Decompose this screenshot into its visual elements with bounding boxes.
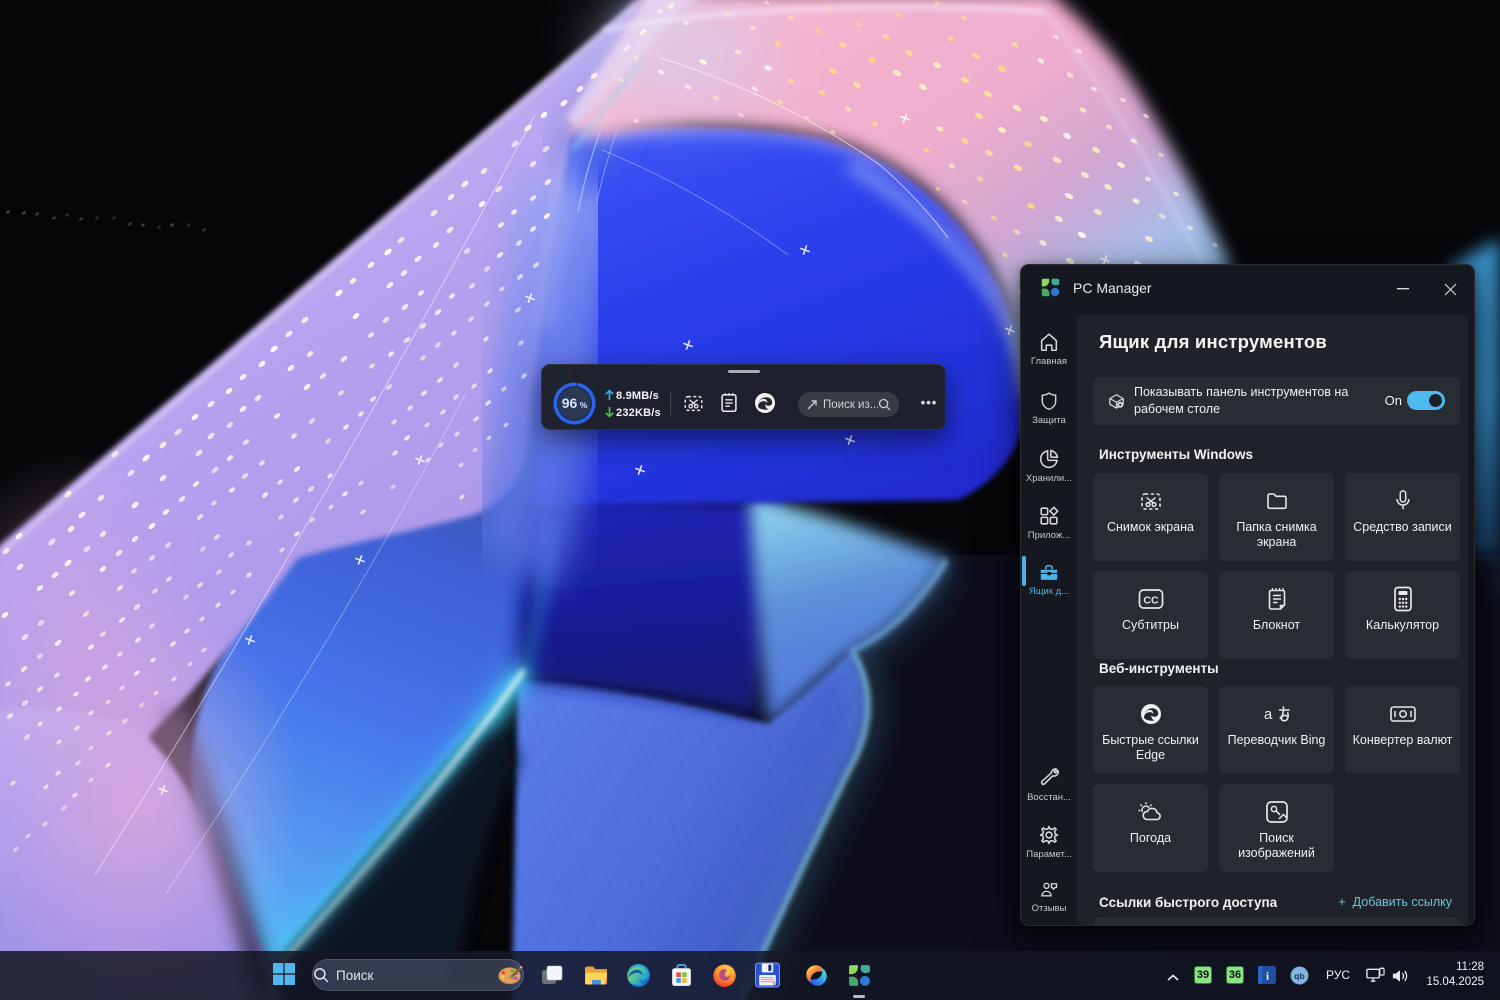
svg-text:qb: qb — [1294, 971, 1304, 981]
svg-text:CC: CC — [1143, 595, 1159, 607]
svg-text:i: i — [1266, 971, 1269, 983]
svg-text:a: a — [1263, 706, 1272, 723]
svg-text:31: 31 — [773, 981, 779, 986]
